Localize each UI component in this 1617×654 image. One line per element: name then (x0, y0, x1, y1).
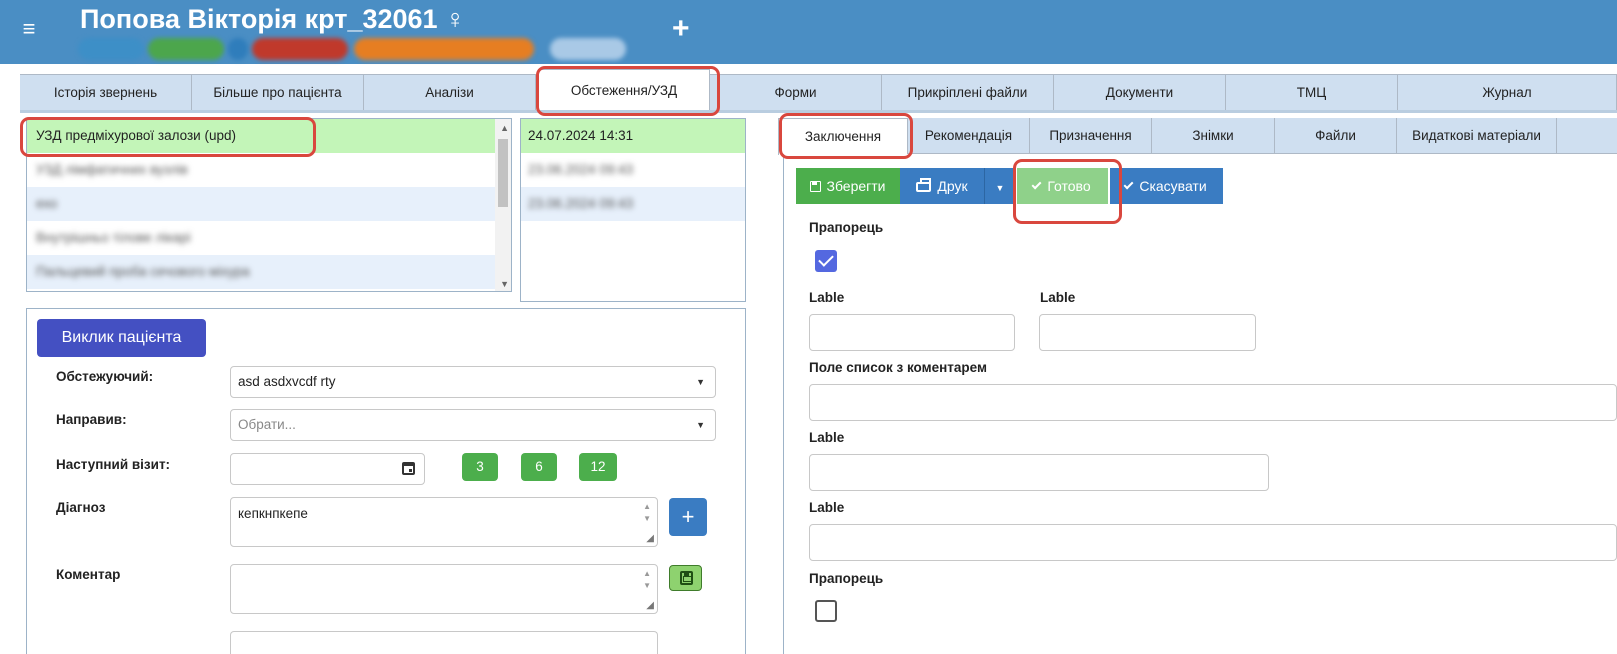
info-chip (550, 38, 626, 60)
scroll-thumb[interactable] (498, 139, 508, 207)
patient-name: Попова Вікторія крт_32061 ♀ (80, 4, 466, 34)
tab-examinations[interactable]: Обстеження/УЗД (538, 69, 710, 110)
floppy-disk-icon (810, 181, 822, 192)
list-comment-label: Поле список з коментарем (809, 360, 987, 375)
tab-attached-files[interactable]: Прикріплені файли (882, 74, 1054, 110)
date-item-selected[interactable]: 24.07.2024 14:31 (521, 119, 745, 153)
lable-label: Lable (809, 430, 845, 445)
flag-label: Прапорець (809, 571, 884, 586)
spinner-icon[interactable]: ▲ ▼ (643, 568, 651, 592)
list-comment-input[interactable] (809, 384, 1617, 421)
calendar-icon[interactable] (402, 462, 415, 475)
list-item[interactable]: Внутрішньо тілове лікарі (27, 221, 497, 255)
subtab-conclusion[interactable]: Заключення (778, 118, 908, 155)
warning-chip (354, 38, 534, 60)
subtab-recommendation[interactable]: Рекомендація (908, 118, 1030, 154)
lable-label: Lable (809, 290, 845, 305)
lable-input[interactable] (1039, 314, 1256, 351)
add-diagnosis-button[interactable]: + (669, 498, 707, 536)
lable-input[interactable] (809, 524, 1617, 561)
chevron-down-icon: ▼ (995, 183, 1005, 193)
date-item[interactable]: 23.06.2024 09:43 (521, 153, 745, 187)
exams-list: УЗД предміхурової залози (upd) УЗД лімфа… (26, 118, 512, 292)
quick-6-button[interactable]: 6 (521, 453, 557, 481)
list-item[interactable]: УЗД лімфатичних вузлів (27, 153, 497, 187)
flag-label: Прапорець (809, 220, 884, 235)
lable-label: Lable (1040, 290, 1076, 305)
lable-input[interactable] (809, 314, 1015, 351)
plus-icon[interactable]: + (672, 14, 690, 44)
subtab-prescription[interactable]: Призначення (1030, 118, 1152, 154)
comment-label: Коментар (56, 567, 121, 582)
chevron-down-icon: ▼ (696, 420, 705, 430)
referrer-select[interactable]: Обрати... ▼ (230, 409, 716, 441)
tab-about-patient[interactable]: Більше про пацієнта (192, 74, 364, 110)
subtab-materials[interactable]: Видаткові матеріали (1397, 118, 1557, 154)
diagnosis-textarea[interactable]: кепкнпкепе ▲ ▼ ◢ (230, 497, 658, 547)
next-visit-date-input[interactable] (230, 453, 425, 485)
comment-textarea[interactable]: ▲ ▼ ◢ (230, 564, 658, 614)
exams-scrollbar[interactable]: ▲ ▼ (495, 119, 511, 291)
plus-icon: + (681, 504, 695, 529)
tab-forms[interactable]: Форми (710, 74, 882, 110)
tab-analyses[interactable]: Аналізи (364, 74, 536, 110)
conclusion-subtabs: Заключення Рекомендація Призначення Знім… (778, 118, 1617, 155)
dates-list: 24.07.2024 14:31 23.06.2024 09:43 23.06.… (520, 118, 746, 302)
subtab-images[interactable]: Знімки (1152, 118, 1275, 154)
app-header: ≡ Попова Вікторія крт_32061 ♀ + (0, 0, 1617, 64)
info-chip (78, 38, 144, 60)
printer-icon (916, 178, 932, 192)
tabs-underline (20, 110, 1617, 113)
diagnosis-label: Діагноз (56, 500, 106, 515)
list-item[interactable]: Пальцевий проба сечового міхура (27, 255, 497, 289)
check-icon (1123, 179, 1134, 190)
lable-label: Lable (809, 500, 845, 515)
referrer-label: Направив: (56, 412, 127, 427)
save-comment-button[interactable] (669, 565, 702, 591)
save-button[interactable]: Зберегти (796, 168, 900, 204)
scroll-down-icon[interactable]: ▼ (500, 279, 509, 289)
floppy-disk-icon (680, 571, 693, 585)
print-button[interactable]: Друк (900, 168, 984, 204)
flag-checkbox[interactable] (815, 250, 837, 272)
hamburger-icon[interactable]: ≡ (16, 16, 42, 42)
flag-checkbox[interactable] (815, 600, 837, 622)
info-chip (228, 38, 248, 60)
spinner-icon[interactable]: ▲ ▼ (643, 501, 651, 525)
quick-12-button[interactable]: 12 (579, 453, 617, 481)
cancel-button[interactable]: Скасувати (1110, 168, 1223, 204)
examiner-label: Обстежуючий: (56, 369, 154, 384)
list-item[interactable]: ехо (27, 187, 497, 221)
examiner-select[interactable]: asd asdxvcdf rty ▼ (230, 366, 716, 398)
main-tabs: Історія звернень Більше про пацієнта Ана… (20, 69, 1617, 110)
tab-history[interactable]: Історія звернень (20, 74, 192, 110)
scroll-up-icon[interactable]: ▲ (500, 123, 509, 133)
print-dropdown-button[interactable]: ▼ (984, 168, 1015, 204)
resize-grip-icon[interactable]: ◢ (646, 600, 654, 611)
resize-grip-icon[interactable]: ◢ (646, 533, 654, 544)
tab-tmc[interactable]: ТМЦ (1226, 74, 1398, 110)
quick-3-button[interactable]: 3 (462, 453, 498, 481)
age-chip (148, 38, 224, 60)
date-item[interactable]: 23.06.2024 09:43 (521, 187, 745, 221)
tab-documents[interactable]: Документи (1054, 74, 1226, 110)
call-patient-button[interactable]: Виклик пацієнта (37, 319, 206, 357)
list-item-selected[interactable]: УЗД предміхурової залози (upd) (27, 119, 497, 153)
debt-chip (252, 38, 348, 60)
check-icon (1031, 179, 1042, 190)
lable-input[interactable] (809, 454, 1269, 491)
subtab-files[interactable]: Файли (1275, 118, 1397, 154)
next-field[interactable] (230, 631, 658, 654)
next-visit-label: Наступний візит: (56, 457, 171, 472)
chevron-down-icon: ▼ (696, 377, 705, 387)
done-button[interactable]: Готово (1017, 168, 1108, 204)
tab-journal[interactable]: Журнал (1398, 74, 1617, 110)
